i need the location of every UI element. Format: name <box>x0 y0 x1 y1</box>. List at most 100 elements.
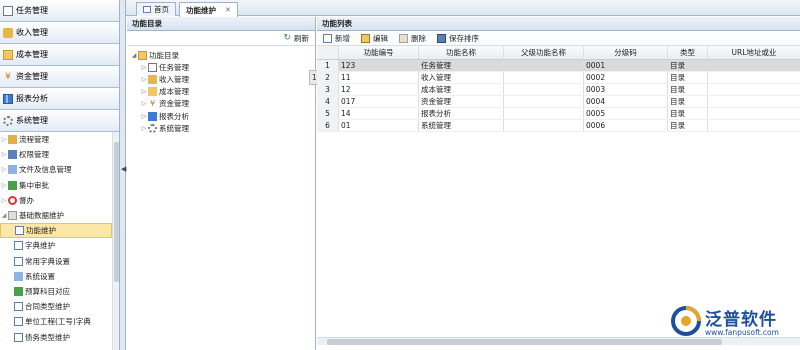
dir-item-label: 系统管理 <box>159 123 189 133</box>
left-scrollbar[interactable] <box>112 132 119 350</box>
collapse-arrow-icon[interactable]: ◢ <box>130 52 138 59</box>
nav-header-report[interactable]: 报表分析 <box>0 88 119 110</box>
column-header[interactable]: 功能名称 <box>419 46 504 59</box>
expand-arrow-icon[interactable]: ▷ <box>140 76 148 83</box>
collapse-arrow-icon[interactable]: ◢ <box>0 212 8 219</box>
logo-mark-icon <box>671 306 701 336</box>
dir-item-cost[interactable]: ▷ 成本管理 <box>127 86 315 98</box>
column-header[interactable]: 父级功能名称 <box>504 46 584 59</box>
cell-level: 0003 <box>584 84 668 95</box>
logo-url: www.fanpusoft.com <box>705 328 779 337</box>
logo-name: 泛普软件 <box>705 310 777 330</box>
tree-item-common-dict[interactable]: 常用字典设置 <box>0 254 112 269</box>
expand-arrow-icon[interactable]: ▷ <box>140 88 148 95</box>
column-header[interactable]: 类型 <box>668 46 708 59</box>
nav-header-cost[interactable]: 成本管理 <box>0 44 119 66</box>
table-row[interactable]: 1 123 任务管理 0001 目录 <box>317 60 800 72</box>
tree-item-system-settings[interactable]: 系统设置 <box>0 269 112 284</box>
cell-level: 0004 <box>584 96 668 107</box>
scrollbar-thumb[interactable] <box>327 339 722 345</box>
cell-code: 12 <box>339 84 419 95</box>
dir-item-system[interactable]: ▷ 系统管理 <box>127 122 315 134</box>
tree-item-basedata[interactable]: ◢ 基础数据维护 <box>0 208 112 223</box>
left-navigation: 任务管理 收入管理 成本管理 ¥ 资金管理 报表分析 系统管理 ▷ 流程管理 ▷ 权… <box>0 0 120 350</box>
expand-arrow-icon[interactable]: ▷ <box>0 166 8 173</box>
column-header[interactable]: 分级码 <box>584 46 668 59</box>
expand-arrow-icon[interactable]: ▷ <box>140 64 148 71</box>
add-button[interactable]: 新增 <box>323 33 350 44</box>
cell-url <box>708 108 800 119</box>
cell-type: 目录 <box>668 60 708 71</box>
collapse-splitter[interactable]: ◀ <box>120 0 126 350</box>
expand-arrow-icon[interactable]: ▷ <box>0 197 8 204</box>
folder-icon <box>8 211 17 221</box>
tree-item-contract-type[interactable]: 合同类型维护 <box>0 299 112 314</box>
delete-icon <box>399 33 408 43</box>
nav-header-label: 收入管理 <box>16 28 48 37</box>
nav-header-label: 成本管理 <box>16 50 48 59</box>
tree-item-files[interactable]: ▷ 文件及信息管理 <box>0 162 112 177</box>
fund-icon: ¥ <box>5 71 11 82</box>
fund-icon: ¥ <box>149 99 156 109</box>
delete-button[interactable]: 删除 <box>399 33 426 44</box>
tree-item-process[interactable]: ▷ 流程管理 <box>0 132 112 147</box>
process-icon <box>8 135 17 145</box>
dir-item-label: 资金管理 <box>159 99 189 109</box>
tree-root[interactable]: ◢ 功能目录 <box>127 49 315 61</box>
cell-type: 目录 <box>668 96 708 107</box>
page-icon <box>14 256 23 266</box>
tree-item-debt-type[interactable]: 债务类型维护 <box>0 329 112 344</box>
cell-type: 目录 <box>668 84 708 95</box>
table-row[interactable]: 2 11 收入管理 0002 目录 <box>317 72 800 84</box>
tree-item-permission[interactable]: ▷ 权限管理 <box>0 147 112 162</box>
tree-item-budget[interactable]: 预算科目对应 <box>0 284 112 299</box>
cell-type: 目录 <box>668 108 708 119</box>
collapse-arrow-icon[interactable]: ◀ <box>121 165 126 173</box>
expand-arrow-icon[interactable]: ▷ <box>140 113 148 120</box>
edit-button[interactable]: 编辑 <box>361 33 388 44</box>
table-row[interactable]: 3 12 成本管理 0003 目录 <box>317 84 800 96</box>
cost-icon <box>3 49 13 60</box>
nav-header-fund[interactable]: ¥ 资金管理 <box>0 66 119 88</box>
column-header[interactable]: URL地址或业 <box>708 46 800 59</box>
tree-item-dictionary[interactable]: 字典维护 <box>0 238 112 253</box>
expand-arrow-icon[interactable]: ▷ <box>0 136 8 143</box>
cell-code: 11 <box>339 72 419 83</box>
nav-header-income[interactable]: 收入管理 <box>0 22 119 44</box>
expand-arrow-icon[interactable]: ▷ <box>140 100 148 107</box>
expand-arrow-icon[interactable]: ▷ <box>0 182 8 189</box>
nav-header-system[interactable]: 系统管理 <box>0 110 119 132</box>
tree-item-function-maint[interactable]: 功能维护 <box>0 223 112 239</box>
row-number-header <box>317 46 339 59</box>
table-row[interactable]: 5 14 报表分析 0005 目录 <box>317 108 800 120</box>
table-row[interactable]: 4 017 资金管理 0004 目录 <box>317 96 800 108</box>
save-order-button[interactable]: 保存排序 <box>437 33 479 44</box>
column-header[interactable]: 功能编号 <box>339 46 419 59</box>
row-number: 5 <box>317 108 339 119</box>
close-icon[interactable]: ✕ <box>225 6 231 14</box>
tree-item-label: 流程管理 <box>19 135 49 145</box>
dir-item-task[interactable]: ▷ 任务管理 <box>127 61 315 73</box>
tab-label: 首页 <box>154 5 169 14</box>
tree-item-label: 集中审批 <box>19 180 49 190</box>
tree-item-approval[interactable]: ▷ 集中审批 <box>0 178 112 193</box>
tab-bar: 首页 功能维护 ✕ <box>126 0 800 17</box>
refresh-button[interactable]: ↻ 刷新 <box>283 33 309 44</box>
cost-icon <box>148 87 157 97</box>
dir-item-fund[interactable]: ▷ ¥ 资金管理 <box>127 98 315 110</box>
tab-home[interactable]: 首页 <box>136 2 176 16</box>
tree-item-label: 基础数据维护 <box>19 211 64 221</box>
row-number: 3 <box>317 84 339 95</box>
tab-function-maint[interactable]: 功能维护 ✕ <box>179 2 238 17</box>
table-row[interactable]: 6 01 系统管理 0006 目录 <box>317 120 800 132</box>
expand-arrow-icon[interactable]: ▷ <box>140 125 148 132</box>
cell-code: 14 <box>339 108 419 119</box>
expand-arrow-icon[interactable]: ▷ <box>0 151 8 158</box>
tree-item-unit-project[interactable]: 单位工程(工号)字典 <box>0 314 112 329</box>
dir-item-report[interactable]: ▷ 报表分析 <box>127 110 315 122</box>
tree-item-supervise[interactable]: ▷ 督办 <box>0 193 112 208</box>
nav-header-label: 报表分析 <box>16 94 48 103</box>
cell-url <box>708 72 800 83</box>
dir-item-income[interactable]: ▷ 收入管理 <box>127 73 315 85</box>
nav-header-task[interactable]: 任务管理 <box>0 0 119 22</box>
